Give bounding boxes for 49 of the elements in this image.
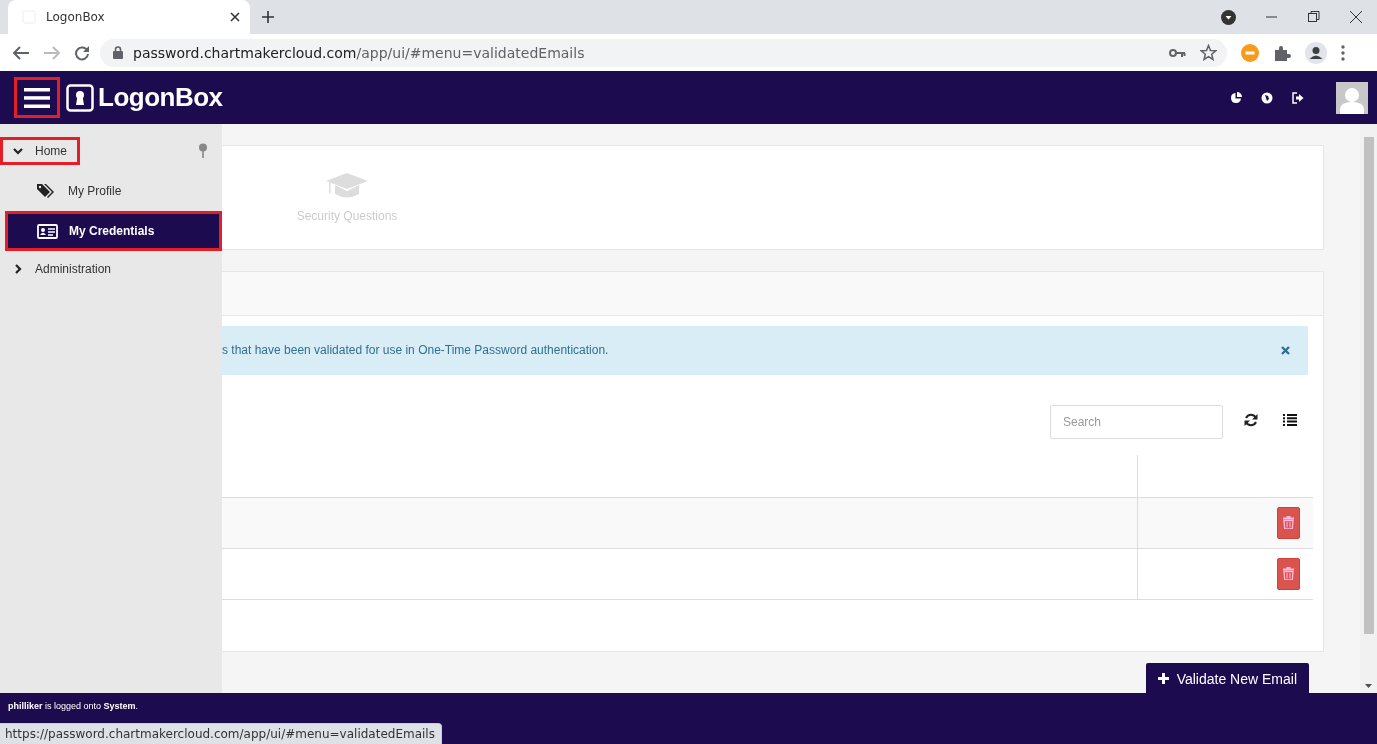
restore-icon[interactable] xyxy=(1308,11,1320,23)
puzzle-icon[interactable] xyxy=(1273,43,1291,62)
nav-group[interactable]: Administration xyxy=(0,255,125,283)
back-icon[interactable] xyxy=(12,44,30,61)
refresh-icon xyxy=(1244,413,1258,428)
browser-tab[interactable]: LogonBox xyxy=(8,0,250,34)
url-text: password.chartmakercloud.com/app/ui/#menu=validatedEmails xyxy=(133,44,586,61)
close-icon[interactable] xyxy=(1350,11,1362,23)
close-icon[interactable] xyxy=(230,12,240,22)
delete-button[interactable] xyxy=(1277,557,1300,590)
id-card-icon xyxy=(37,223,58,239)
logo-text: LogonBox xyxy=(98,82,223,113)
trash-icon xyxy=(1283,516,1294,530)
status-url: https://password.chartmakercloud.com/app/ui/#menu=validatedEmails xyxy=(5,727,435,741)
reload-icon[interactable] xyxy=(74,44,90,61)
list-icon xyxy=(1283,414,1297,427)
scrollbar[interactable] xyxy=(1360,124,1377,693)
plus-icon xyxy=(1157,673,1169,684)
key-icon[interactable] xyxy=(1169,47,1186,58)
validate-email-button[interactable]: Validate New Email xyxy=(1145,663,1309,693)
address-bar[interactable]: password.chartmakercloud.com/app/ui/#menu=validatedEmails xyxy=(100,38,1227,67)
nav-group[interactable]: Home xyxy=(0,137,80,165)
chevron-down-icon xyxy=(13,146,23,156)
globe-icon[interactable] xyxy=(1261,91,1273,104)
scroll-down-icon[interactable] xyxy=(1365,684,1372,688)
sign-out-icon[interactable] xyxy=(1292,91,1304,104)
nav-item[interactable]: My Credentials xyxy=(5,211,222,251)
profile-icon[interactable] xyxy=(1305,41,1327,64)
pin-icon[interactable] xyxy=(198,143,208,159)
chevron-right-icon xyxy=(13,264,23,274)
tags-icon xyxy=(37,183,57,199)
lock-icon xyxy=(113,46,123,59)
dropdown-icon[interactable] xyxy=(1221,9,1236,25)
menu-button[interactable] xyxy=(14,77,60,118)
user-avatar[interactable] xyxy=(1336,81,1368,114)
delete-button[interactable] xyxy=(1277,506,1300,539)
menu-icon xyxy=(24,86,50,109)
nav-item[interactable]: My Profile xyxy=(5,171,222,211)
star-icon[interactable] xyxy=(1200,44,1217,61)
keyhole-logo-icon xyxy=(66,83,94,112)
login-status: philliker is logged onto System. xyxy=(8,701,139,711)
pie-chart-icon[interactable] xyxy=(1230,91,1242,104)
trash-icon xyxy=(1283,567,1294,581)
search-field[interactable]: Search xyxy=(1050,404,1223,439)
alert-text: s that have been validated for use in One-Time Password authentication. xyxy=(222,343,610,358)
user-silhouette-icon xyxy=(1340,86,1364,114)
close-icon xyxy=(1281,345,1290,355)
more-icon[interactable] xyxy=(1341,44,1345,61)
new-tab-icon[interactable] xyxy=(262,11,274,23)
